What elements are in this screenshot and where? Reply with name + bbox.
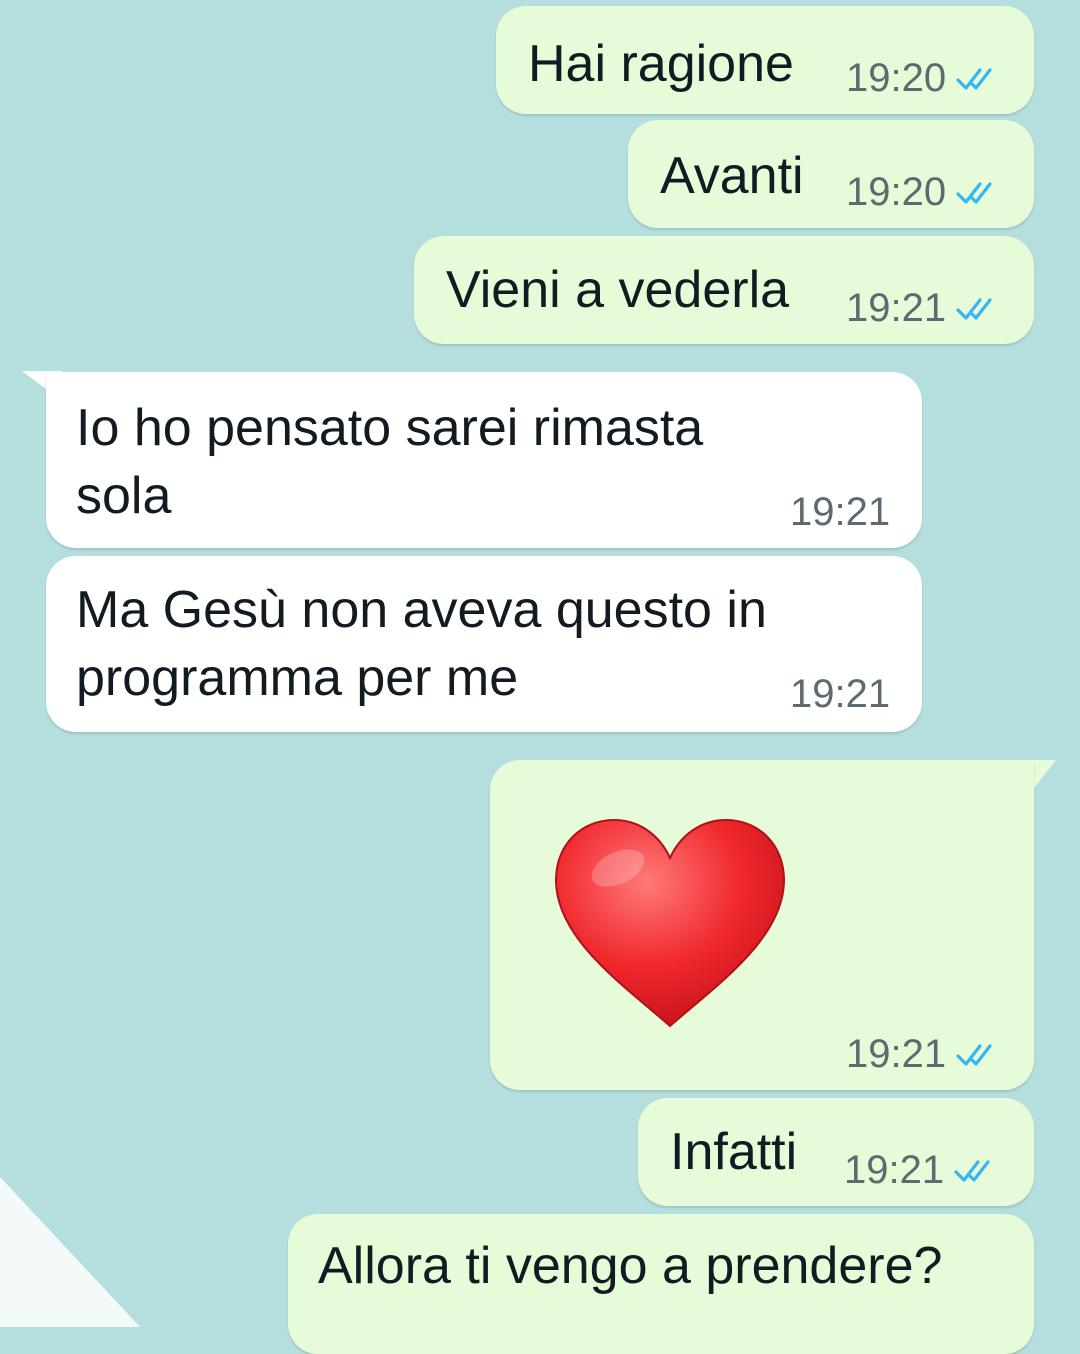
message-time: 19:20: [846, 56, 947, 100]
message-time: 19:21: [846, 286, 947, 330]
message-meta: 19:20: [846, 56, 1000, 101]
message-text: Infatti: [670, 1123, 798, 1181]
read-ticks-icon: [956, 67, 992, 90]
message-text-line: Io ho pensato sarei rimasta: [76, 399, 704, 457]
message-meta: 19:21: [846, 286, 1000, 331]
message-text: Vieni a vederla: [446, 261, 790, 319]
message-bubble-outgoing[interactable]: 19:21: [490, 760, 1034, 1090]
read-ticks-icon: [956, 297, 992, 320]
message-text-line: Ma Gesù non aveva questo in: [76, 581, 767, 639]
message-text: Allora ti vengo a prendere?: [318, 1237, 943, 1295]
message-time: 19:21: [790, 490, 891, 534]
message-text: Hai ragione: [528, 35, 794, 93]
read-ticks-icon: [954, 1159, 990, 1182]
message-bubble-outgoing[interactable]: Hai ragione 19:20: [496, 6, 1034, 114]
message-text: Avanti: [660, 147, 804, 205]
red-heart-icon: [554, 818, 786, 1028]
message-time: 19:20: [846, 170, 947, 214]
read-ticks-icon: [956, 1043, 992, 1066]
read-ticks-icon: [956, 181, 992, 204]
message-bubble-outgoing[interactable]: Infatti 19:21: [638, 1098, 1034, 1206]
message-bubble-outgoing[interactable]: Allora ti vengo a prendere?: [288, 1214, 1034, 1354]
message-bubble-incoming[interactable]: Io ho pensato sarei rimasta sola 19:21: [46, 372, 922, 548]
wallpaper-decoration: [0, 1177, 140, 1327]
message-meta: 19:20: [846, 170, 1000, 215]
message-time: 19:21: [844, 1148, 945, 1192]
message-bubble-incoming[interactable]: Ma Gesù non aveva questo in programma pe…: [46, 556, 922, 732]
message-time: 19:21: [846, 1032, 947, 1076]
message-meta: 19:21: [844, 1148, 998, 1193]
message-bubble-outgoing[interactable]: Vieni a vederla 19:21: [414, 236, 1034, 344]
message-meta: 19:21: [846, 1032, 1000, 1077]
message-text-line: programma per me: [76, 649, 519, 707]
message-text-line: sola: [76, 467, 172, 525]
chat-conversation[interactable]: Hai ragione 19:20 Avanti 19:20 Vieni a v…: [0, 0, 1080, 1354]
message-time: 19:21: [790, 672, 891, 716]
message-bubble-outgoing[interactable]: Avanti 19:20: [628, 120, 1034, 228]
